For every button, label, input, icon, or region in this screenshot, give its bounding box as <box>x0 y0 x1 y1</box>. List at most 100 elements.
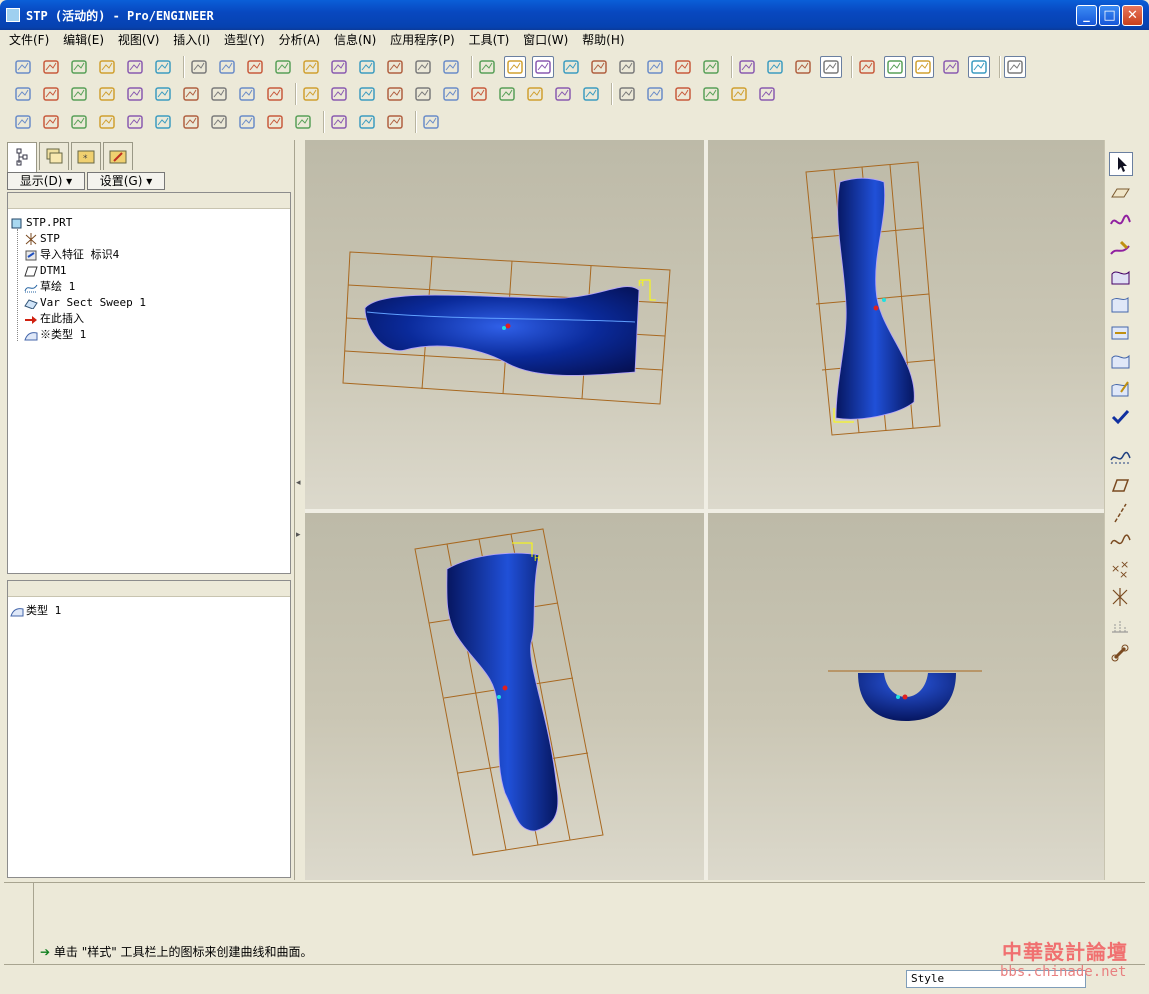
light-icon[interactable] <box>96 111 118 133</box>
angle-icon[interactable] <box>328 83 350 105</box>
csys-display-icon[interactable] <box>940 56 962 78</box>
find-icon[interactable] <box>412 56 434 78</box>
redo-icon[interactable] <box>216 56 238 78</box>
viewport-bottom-right[interactable] <box>708 513 1104 880</box>
menu-insert[interactable]: 插入(I) <box>168 30 215 50</box>
panel-splitter[interactable]: ◂ ▸ <box>294 140 304 880</box>
measure-info-icon[interactable] <box>672 83 694 105</box>
draft-analysis-icon[interactable] <box>524 83 546 105</box>
feature-info-icon[interactable] <box>728 83 750 105</box>
select-box-icon[interactable] <box>440 56 462 78</box>
close-button[interactable]: ✕ <box>1122 5 1143 26</box>
menu-help[interactable]: 帮助(H) <box>577 30 629 50</box>
layers-icon[interactable] <box>700 56 722 78</box>
tree-item[interactable]: Var Sect Sweep 1 <box>24 295 146 311</box>
collapse-left-icon[interactable]: ◂ <box>296 478 303 492</box>
reorient-icon[interactable] <box>644 56 666 78</box>
region-icon[interactable] <box>236 111 258 133</box>
paste-special-icon[interactable] <box>356 56 378 78</box>
tab-model-tree[interactable] <box>7 142 37 172</box>
hide-analysis-icon[interactable] <box>580 83 602 105</box>
menu-applications[interactable]: 应用程序(P) <box>385 30 460 50</box>
viewport-bottom-left[interactable]: H <box>305 513 704 880</box>
annotation-icon[interactable] <box>968 56 990 78</box>
menu-style[interactable]: 造型(Y) <box>219 30 270 50</box>
grid-icon[interactable] <box>1004 56 1026 78</box>
point-info-icon[interactable] <box>616 83 638 105</box>
regenerate-icon[interactable] <box>244 56 266 78</box>
photo-icon[interactable] <box>292 111 314 133</box>
model-info-icon[interactable] <box>700 83 722 105</box>
spin-center-icon[interactable] <box>532 56 554 78</box>
orient-icon[interactable] <box>504 56 526 78</box>
new-icon[interactable] <box>12 56 34 78</box>
curve-tool-icon[interactable] <box>1109 210 1133 234</box>
chain-link-icon[interactable] <box>1109 642 1133 666</box>
window-icon[interactable] <box>328 111 350 133</box>
curvature-icon[interactable] <box>12 83 34 105</box>
cut-icon[interactable] <box>272 56 294 78</box>
datum-axes-icon[interactable] <box>884 56 906 78</box>
section-icon[interactable] <box>40 83 62 105</box>
tree-item[interactable]: DTM1 <box>24 263 67 279</box>
paste-icon[interactable] <box>328 56 350 78</box>
perspective-icon[interactable] <box>264 111 286 133</box>
activate-window-icon[interactable] <box>356 111 378 133</box>
zoom-fit-icon[interactable] <box>616 56 638 78</box>
effects-icon[interactable] <box>124 111 146 133</box>
send-icon[interactable] <box>124 56 146 78</box>
minimize-button[interactable]: _ <box>1076 5 1097 26</box>
saved-views-icon[interactable] <box>672 56 694 78</box>
viewport-top-right[interactable] <box>708 140 1104 509</box>
trim-surface-icon[interactable] <box>1109 322 1133 346</box>
done-checkmark-icon[interactable] <box>1109 406 1133 430</box>
undo-icon[interactable] <box>188 56 210 78</box>
menu-analysis[interactable]: 分析(A) <box>274 30 326 50</box>
distance-icon[interactable] <box>300 83 322 105</box>
shade-icon[interactable] <box>96 83 118 105</box>
draft-icon[interactable] <box>124 83 146 105</box>
expand-right-icon[interactable]: ▸ <box>296 530 303 544</box>
diameter-icon[interactable] <box>384 83 406 105</box>
surface-analysis-icon[interactable] <box>440 83 462 105</box>
slope-icon[interactable] <box>152 83 174 105</box>
email-icon[interactable] <box>152 56 174 78</box>
edge-info-icon[interactable] <box>644 83 666 105</box>
sketch-curve-icon[interactable] <box>1109 446 1133 470</box>
color-icon[interactable] <box>12 111 34 133</box>
tab-favorites[interactable] <box>103 142 133 170</box>
datum-axis-icon[interactable] <box>1109 502 1133 526</box>
menu-file[interactable]: 文件(F) <box>4 30 54 50</box>
delete-all-icon[interactable] <box>264 83 286 105</box>
reflection-icon[interactable] <box>68 83 90 105</box>
tab-layers[interactable] <box>39 142 69 170</box>
analysis-feature-icon[interactable] <box>1109 614 1133 638</box>
menu-info[interactable]: 信息(N) <box>329 30 381 50</box>
dihedral-icon[interactable] <box>468 83 490 105</box>
print-icon[interactable] <box>96 56 118 78</box>
datum-curve-icon[interactable] <box>1109 530 1133 554</box>
traffic-light-icon[interactable] <box>384 56 406 78</box>
tree-item[interactable]: 在此插入 <box>24 311 84 327</box>
tree-item[interactable]: 草绘 1 <box>24 279 75 295</box>
surface-tool-icon[interactable] <box>1109 266 1133 290</box>
viewport-horizontal-splitter[interactable] <box>305 509 1104 513</box>
relation-info-icon[interactable] <box>756 83 778 105</box>
coordinate-system-icon[interactable] <box>1109 586 1133 610</box>
save-icon[interactable] <box>68 56 90 78</box>
menu-window[interactable]: 窗口(W) <box>518 30 573 50</box>
saved-analysis-icon[interactable] <box>552 83 574 105</box>
delete-analysis-icon[interactable] <box>236 83 258 105</box>
connect-surface-icon[interactable] <box>1109 294 1133 318</box>
curve-edit-icon[interactable] <box>1109 350 1133 374</box>
environment-icon[interactable] <box>152 111 174 133</box>
datum-point-icon[interactable]: × × × <box>1109 558 1133 582</box>
datum-plane-icon[interactable] <box>1109 474 1133 498</box>
datum-points-icon[interactable] <box>912 56 934 78</box>
zoom-out-icon[interactable] <box>588 56 610 78</box>
no-hidden-icon[interactable] <box>792 56 814 78</box>
copy-icon[interactable] <box>300 56 322 78</box>
curve-analysis-icon[interactable] <box>412 83 434 105</box>
select-tool-icon[interactable] <box>1109 152 1133 176</box>
deviation-icon[interactable] <box>208 83 230 105</box>
